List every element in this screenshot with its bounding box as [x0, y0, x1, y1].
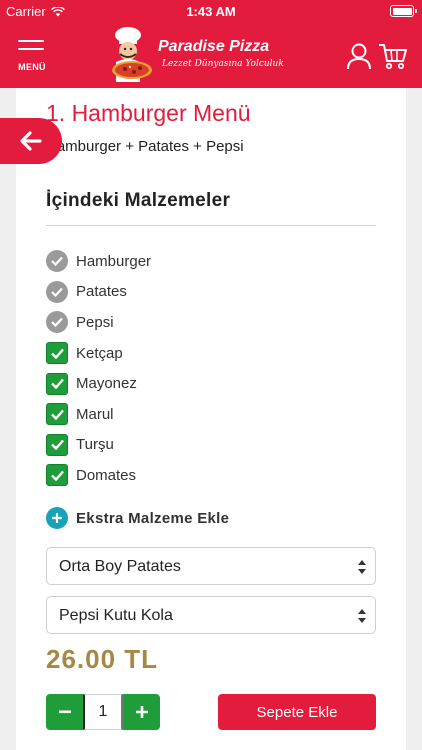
ingredients-title: İçindeki Malzemeler — [46, 190, 231, 211]
decrease-quantity-button[interactable] — [46, 694, 83, 730]
brand-slogan: Lezzet Dünyasına Yolculuk — [162, 59, 284, 69]
checkbox-checked-icon[interactable] — [46, 433, 68, 456]
ingredient-item-marul[interactable]: Marul — [46, 399, 151, 430]
section-divider — [46, 225, 376, 226]
select-arrows-icon — [358, 609, 366, 623]
ingredient-item-domates[interactable]: Domates — [46, 460, 151, 491]
ingredient-item-ketcap[interactable]: Ketçap — [46, 338, 151, 369]
add-to-cart-button[interactable]: Sepete Ekle — [218, 694, 376, 730]
increase-quantity-button[interactable] — [123, 694, 160, 730]
check-circle-icon — [46, 311, 68, 334]
ingredient-item-pepsi: Pepsi — [46, 307, 151, 338]
minus-icon — [58, 710, 71, 714]
add-to-cart-label: Sepete Ekle — [256, 703, 338, 721]
user-account-button[interactable] — [346, 42, 372, 70]
hamburger-menu-icon-bar — [18, 48, 44, 50]
add-extra-ingredient-button[interactable]: Ekstra Malzeme Ekle — [46, 507, 229, 529]
ingredient-label: Marul — [76, 405, 114, 423]
user-icon — [347, 43, 371, 70]
checkbox-checked-icon[interactable] — [46, 403, 68, 426]
ingredient-label: Patates — [76, 283, 127, 301]
brand-logo[interactable]: Paradise Pizza Lezzet Dünyasına Yolculuk — [106, 26, 284, 86]
check-circle-icon — [46, 280, 68, 303]
brand-name: Paradise Pizza — [158, 38, 270, 55]
ingredient-label: Domates — [76, 466, 137, 484]
arrow-left-icon — [20, 131, 42, 151]
ingredient-label: Ketçap — [76, 344, 123, 362]
menu-button[interactable]: MENÜ — [14, 40, 50, 80]
fries-size-value: Orta Boy Patates — [59, 558, 181, 575]
checkbox-checked-icon[interactable] — [46, 342, 68, 365]
check-circle-icon — [46, 250, 68, 273]
drink-select[interactable]: Pepsi Kutu Kola — [46, 596, 376, 634]
ingredient-item-hamburger: Hamburger — [46, 246, 151, 277]
ingredient-label: Mayonez — [76, 375, 137, 393]
quantity-stepper — [46, 694, 160, 730]
add-extra-label: Ekstra Malzeme Ekle — [76, 509, 230, 527]
ingredient-label: Pepsi — [76, 313, 114, 331]
product-title: 1. Hamburger Menü — [46, 100, 251, 126]
plus-icon — [135, 706, 148, 718]
cart-button[interactable] — [378, 42, 408, 70]
ingredient-item-mayonez[interactable]: Mayonez — [46, 368, 151, 399]
checkbox-checked-icon[interactable] — [46, 372, 68, 395]
battery-icon — [390, 5, 417, 17]
select-arrows-icon — [358, 560, 366, 574]
chef-logo-icon — [112, 27, 152, 82]
product-description: Hamburger + Patates + Pepsi — [46, 138, 244, 155]
drink-value: Pepsi Kutu Kola — [59, 607, 173, 624]
menu-label: MENÜ — [18, 62, 46, 72]
hamburger-menu-icon — [18, 40, 44, 42]
clock: 1:43 AM — [186, 4, 236, 19]
status-bar: Carrier 1:43 AM — [0, 0, 422, 24]
back-button[interactable] — [0, 118, 62, 164]
product-price: 26.00 TL — [46, 644, 159, 674]
quantity-input[interactable] — [83, 694, 123, 730]
ingredient-label: Turşu — [76, 436, 114, 454]
ingredient-item-patates: Patates — [46, 277, 151, 308]
ingredient-item-tursu[interactable]: Turşu — [46, 430, 151, 461]
plus-circle-icon — [46, 507, 68, 529]
product-card: 1. Hamburger Menü Hamburger + Patates + … — [16, 88, 406, 750]
cart-icon — [379, 44, 407, 70]
app-header: MENÜ Paradise Pizza Lezzet Dünyasına Yol… — [0, 24, 422, 88]
fries-size-select[interactable]: Orta Boy Patates — [46, 547, 376, 585]
checkbox-checked-icon[interactable] — [46, 464, 68, 487]
ingredient-list: Hamburger Patates Pepsi Ketçap Mayonez M… — [46, 246, 151, 491]
ingredient-label: Hamburger — [76, 252, 152, 270]
